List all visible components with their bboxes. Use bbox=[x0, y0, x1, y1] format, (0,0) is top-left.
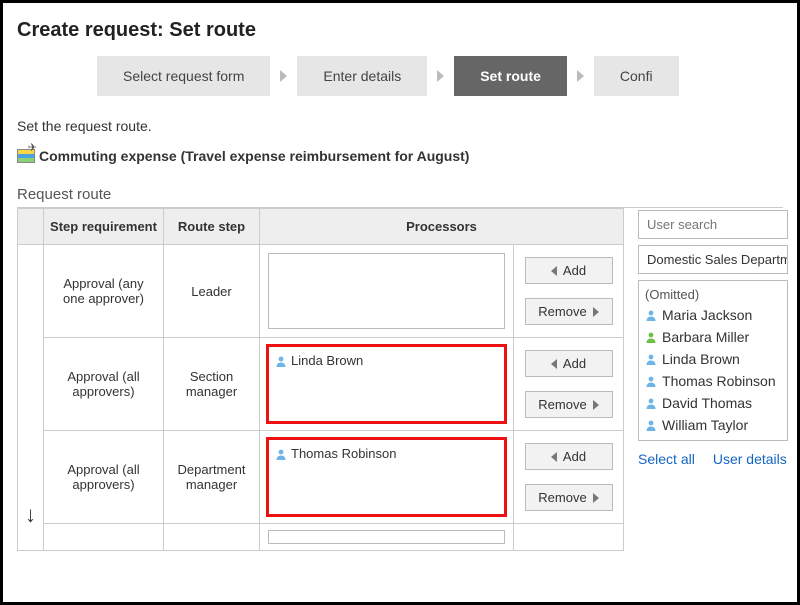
step-requirement: Approval (all approvers) bbox=[44, 338, 164, 431]
arrow-down-icon: ↓ bbox=[25, 502, 36, 528]
user-search-panel: Domestic Sales Departm (Omitted) Maria J… bbox=[638, 208, 788, 467]
route-step-name: Section manager bbox=[164, 338, 260, 431]
request-form-name: Commuting expense (Travel expense reimbu… bbox=[39, 148, 469, 164]
processors-box[interactable]: Thomas Robinson bbox=[268, 439, 505, 515]
add-button[interactable]: Add bbox=[525, 350, 613, 377]
add-button[interactable]: Add bbox=[525, 443, 613, 470]
step-requirement: Approval (all approvers) bbox=[44, 431, 164, 524]
remove-label: Remove bbox=[538, 304, 586, 319]
user-icon bbox=[645, 419, 657, 431]
add-button[interactable]: Add bbox=[525, 257, 613, 284]
step-set-route[interactable]: Set route bbox=[454, 56, 567, 96]
department-select[interactable]: Domestic Sales Departm bbox=[638, 245, 788, 274]
list-item[interactable]: William Taylor bbox=[645, 414, 781, 436]
user-icon bbox=[275, 448, 287, 460]
step-requirement: Approval (any one approver) bbox=[44, 245, 164, 338]
omitted-label: (Omitted) bbox=[645, 285, 781, 304]
remove-label: Remove bbox=[538, 490, 586, 505]
instruction-text: Set the request route. bbox=[17, 118, 783, 134]
table-row: Approval (all approvers) Section manager… bbox=[18, 338, 624, 431]
user-icon bbox=[645, 397, 657, 409]
route-step-name: Leader bbox=[164, 245, 260, 338]
travel-expense-icon bbox=[17, 149, 35, 163]
user-icon bbox=[645, 375, 657, 387]
section-heading: Request route bbox=[17, 186, 783, 208]
user-icon bbox=[645, 309, 657, 321]
chevron-right-icon bbox=[577, 70, 584, 82]
remove-label: Remove bbox=[538, 397, 586, 412]
triangle-right-icon bbox=[593, 400, 599, 410]
processors-box[interactable] bbox=[268, 253, 505, 329]
user-icon bbox=[645, 331, 657, 343]
list-item[interactable]: Barbara Miller bbox=[645, 326, 781, 348]
list-item[interactable]: David Thomas bbox=[645, 392, 781, 414]
user-name: Barbara Miller bbox=[662, 329, 749, 345]
select-all-link[interactable]: Select all bbox=[638, 451, 695, 467]
triangle-right-icon bbox=[593, 307, 599, 317]
remove-button[interactable]: Remove bbox=[525, 484, 613, 511]
search-input[interactable] bbox=[638, 210, 788, 239]
table-row bbox=[18, 524, 624, 551]
step-enter-details[interactable]: Enter details bbox=[297, 56, 427, 96]
processor-item[interactable]: Thomas Robinson bbox=[275, 444, 498, 463]
processor-name: Linda Brown bbox=[291, 353, 363, 368]
triangle-left-icon bbox=[551, 359, 557, 369]
list-item[interactable]: Maria Jackson bbox=[645, 304, 781, 326]
add-label: Add bbox=[563, 263, 586, 278]
col-header-requirement: Step requirement bbox=[44, 209, 164, 245]
user-icon bbox=[645, 353, 657, 365]
remove-button[interactable]: Remove bbox=[525, 298, 613, 325]
triangle-left-icon bbox=[551, 452, 557, 462]
col-header-blank bbox=[18, 209, 44, 245]
chevron-right-icon bbox=[437, 70, 444, 82]
user-name: Thomas Robinson bbox=[662, 373, 776, 389]
table-row: ↓ Approval (any one approver) Leader Add bbox=[18, 245, 624, 338]
flow-arrow-cell: ↓ bbox=[18, 245, 44, 551]
wizard-steps: Select request form Enter details Set ro… bbox=[17, 56, 783, 96]
user-name: William Taylor bbox=[662, 417, 748, 433]
table-row: Approval (all approvers) Department mana… bbox=[18, 431, 624, 524]
user-list[interactable]: (Omitted) Maria Jackson Barbara Miller Lin… bbox=[638, 280, 788, 441]
chevron-right-icon bbox=[280, 70, 287, 82]
route-step-name: Department manager bbox=[164, 431, 260, 524]
step-confirm[interactable]: Confi bbox=[594, 56, 679, 96]
step-select-form[interactable]: Select request form bbox=[97, 56, 270, 96]
user-name: Maria Jackson bbox=[662, 307, 752, 323]
page-title: Create request: Set route bbox=[17, 19, 783, 42]
user-name: David Thomas bbox=[662, 395, 752, 411]
processors-box[interactable]: Linda Brown bbox=[268, 346, 505, 422]
list-item[interactable]: Linda Brown bbox=[645, 348, 781, 370]
col-header-processors: Processors bbox=[260, 209, 624, 245]
user-name: Linda Brown bbox=[662, 351, 740, 367]
add-label: Add bbox=[563, 449, 586, 464]
list-item[interactable]: Thomas Robinson bbox=[645, 370, 781, 392]
col-header-route-step: Route step bbox=[164, 209, 260, 245]
processor-name: Thomas Robinson bbox=[291, 446, 397, 461]
add-label: Add bbox=[563, 356, 586, 371]
remove-button[interactable]: Remove bbox=[525, 391, 613, 418]
user-icon bbox=[275, 355, 287, 367]
triangle-right-icon bbox=[593, 493, 599, 503]
processor-item[interactable]: Linda Brown bbox=[275, 351, 498, 370]
route-table: Step requirement Route step Processors ↓… bbox=[17, 208, 624, 551]
processors-box[interactable] bbox=[268, 530, 505, 544]
triangle-left-icon bbox=[551, 266, 557, 276]
user-details-link[interactable]: User details bbox=[713, 451, 787, 467]
